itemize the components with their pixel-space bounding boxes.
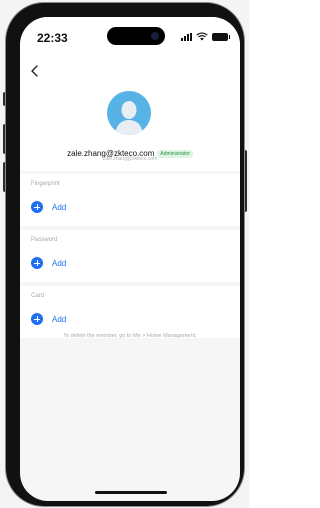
section-title: Card	[31, 293, 45, 299]
section-title: Fingerprint	[31, 181, 60, 187]
back-chevron-icon[interactable]	[28, 64, 42, 78]
home-indicator[interactable]	[95, 491, 167, 494]
add-label: Add	[52, 258, 67, 268]
section-password: Password Add	[20, 230, 240, 282]
add-card-button[interactable]: Add	[31, 313, 66, 325]
wifi-icon	[196, 32, 208, 41]
avatar-icon	[107, 91, 151, 135]
status-bar: 22:33	[20, 17, 240, 57]
phone-frame: 22:33 zale.zhang@zkteco.com Administrato…	[6, 3, 244, 506]
delete-member-hint: To delete the member, go to Me > Home Ma…	[63, 333, 197, 339]
section-fingerprint: Fingerprint Add	[20, 174, 240, 226]
camera-icon	[151, 32, 159, 40]
status-icons	[181, 32, 230, 41]
plus-circle-icon	[31, 313, 43, 325]
battery-icon	[212, 32, 230, 41]
section-title: Password	[31, 237, 58, 243]
add-fingerprint-button[interactable]: Add	[31, 201, 66, 213]
screen: 22:33 zale.zhang@zkteco.com Administrato…	[20, 17, 240, 501]
add-label: Add	[52, 314, 67, 324]
signal-icon	[181, 32, 192, 41]
plus-circle-icon	[31, 201, 43, 213]
add-label: Add	[52, 202, 67, 212]
device-stage: 22:33 zale.zhang@zkteco.com Administrato…	[0, 0, 249, 508]
plus-circle-icon	[31, 257, 43, 269]
user-sub-email: zale.zhang@zkteco.com	[102, 156, 158, 162]
status-time: 22:33	[37, 31, 68, 45]
dynamic-island	[107, 27, 165, 45]
section-card: Card Add	[20, 286, 240, 338]
add-password-button[interactable]: Add	[31, 257, 66, 269]
member-header: zale.zhang@zkteco.com Administrator zale.…	[20, 57, 240, 171]
